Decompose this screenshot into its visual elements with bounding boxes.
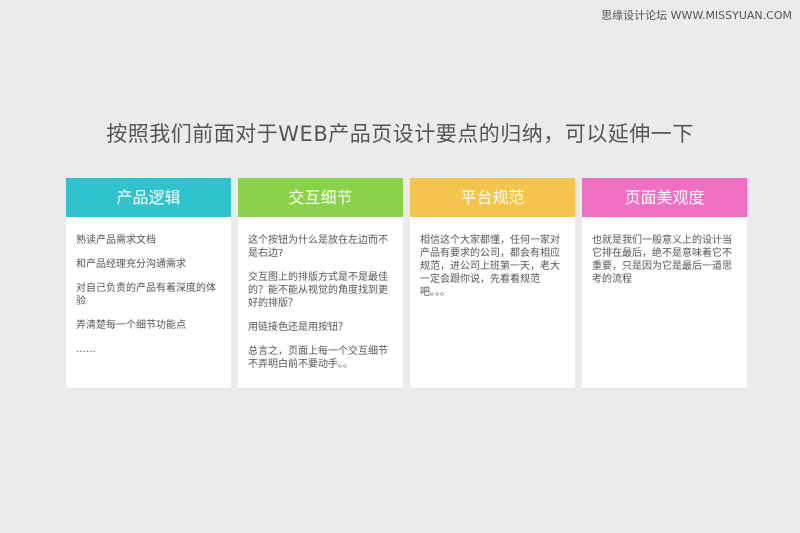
card-body: 也就是我们一般意义上的设计当它排在最后，绝不是意味着它不重要，只是因为它是最后一… <box>582 217 747 296</box>
card-header: 产品逻辑 <box>66 178 231 217</box>
card-text: 熟读产品需求文档 <box>76 235 156 246</box>
card-platform-standards: 平台规范 相信这个大家都懂，任何一家对产品有要求的公司，都会有相应规范，进公司上… <box>410 178 575 388</box>
card-body: 熟读产品需求文档 和产品经理充分沟通需求 对自己负责的产品有着深度的体验 弄清楚… <box>66 217 231 366</box>
card-product-logic: 产品逻辑 熟读产品需求文档 和产品经理充分沟通需求 对自己负责的产品有着深度的体… <box>66 178 231 388</box>
card-interaction-details: 交互细节 这个按钮为什么是放在左边而不是右边? 交互图上的排版方式是不是最佳的？… <box>238 178 403 388</box>
card-header: 页面美观度 <box>582 178 747 217</box>
site-watermark: 思缘设计论坛 WWW.MISSYUAN.COM <box>601 9 792 22</box>
card-text: 总言之，页面上每一个交互细节不弄明白前不要动手。。 <box>248 346 388 370</box>
card-text: 对自己负责的产品有着深度的体验 <box>76 283 216 307</box>
card-header: 平台规范 <box>410 178 575 217</box>
card-text: 相信这个大家都懂，任何一家对产品有要求的公司，都会有相应规范，进公司上班第一天，… <box>420 235 560 298</box>
card-text: 弄清楚每一个细节功能点 <box>76 320 186 331</box>
card-text: 用链接色还是用按钮？ <box>248 322 348 333</box>
card-page-aesthetics: 页面美观度 也就是我们一般意义上的设计当它排在最后，绝不是意味着它不重要，只是因… <box>582 178 747 388</box>
card-text: …… <box>76 344 96 355</box>
page-headline: 按照我们前面对于WEB产品页设计要点的归纳，可以延伸一下 <box>106 122 694 146</box>
card-text: 和产品经理充分沟通需求 <box>76 259 186 270</box>
card-body: 相信这个大家都懂，任何一家对产品有要求的公司，都会有相应规范，进公司上班第一天，… <box>410 217 575 309</box>
card-body: 这个按钮为什么是放在左边而不是右边? 交互图上的排版方式是不是最佳的？能不能从视… <box>238 217 403 381</box>
cards-row: 产品逻辑 熟读产品需求文档 和产品经理充分沟通需求 对自己负责的产品有着深度的体… <box>66 178 748 388</box>
card-text: 交互图上的排版方式是不是最佳的？能不能从视觉的角度找到更好的排版？ <box>248 272 388 309</box>
card-text: 这个按钮为什么是放在左边而不是右边? <box>248 235 388 259</box>
card-text: 也就是我们一般意义上的设计当它排在最后，绝不是意味着它不重要，只是因为它是最后一… <box>592 235 732 285</box>
card-header: 交互细节 <box>238 178 403 217</box>
